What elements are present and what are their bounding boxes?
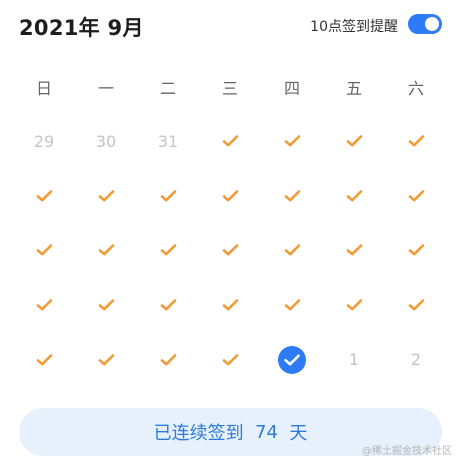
month-title: 2021年 9月 xyxy=(19,16,144,40)
check-icon xyxy=(284,244,300,256)
check-icon xyxy=(408,190,424,202)
check-icon xyxy=(346,299,362,311)
check-icon xyxy=(160,190,176,202)
day-cell-checked[interactable] xyxy=(261,278,323,333)
day-number: 2 xyxy=(410,350,422,370)
day-cell-checked[interactable] xyxy=(75,332,137,387)
weekday-label: 一 xyxy=(97,79,114,98)
check-icon xyxy=(160,244,176,256)
check-icon xyxy=(222,244,238,256)
day-cell[interactable]: 31 xyxy=(137,114,199,169)
check-icon xyxy=(222,135,238,147)
day-cell-checked[interactable] xyxy=(75,278,137,333)
day-cell-checked[interactable] xyxy=(385,114,447,169)
day-number: 29 xyxy=(33,131,55,151)
check-icon xyxy=(98,244,114,256)
day-cell-checked[interactable] xyxy=(385,169,447,224)
check-icon xyxy=(98,190,114,202)
streak-prefix: 已连续签到 xyxy=(153,423,244,444)
check-icon xyxy=(346,244,362,256)
calendar-header: 2021年 9月 10点签到提醒 xyxy=(0,0,460,50)
weekday-label: 三 xyxy=(221,79,238,98)
weekday-label: 日 xyxy=(35,79,52,98)
day-number: 30 xyxy=(95,131,117,151)
day-cell-checked[interactable] xyxy=(261,223,323,278)
day-cell-checked[interactable] xyxy=(323,114,385,169)
day-number: 31 xyxy=(157,131,179,151)
reminder-label: 10点签到提醒 xyxy=(310,19,398,35)
check-icon xyxy=(36,299,52,311)
day-cell-checked[interactable] xyxy=(199,332,261,387)
day-number: 1 xyxy=(348,350,360,370)
day-cell-checked[interactable] xyxy=(323,278,385,333)
day-cell-checked[interactable] xyxy=(199,278,261,333)
check-icon xyxy=(346,190,362,202)
day-cell-checked[interactable] xyxy=(13,332,75,387)
day-cell-checked[interactable] xyxy=(323,223,385,278)
day-cell-checked[interactable] xyxy=(199,169,261,224)
check-icon xyxy=(160,353,176,366)
day-cell-checked[interactable] xyxy=(137,223,199,278)
day-cell-checked[interactable] xyxy=(323,169,385,224)
streak-count: 74 xyxy=(255,421,278,443)
check-icon xyxy=(284,299,300,311)
day-cell-checked[interactable] xyxy=(75,169,137,224)
check-icon xyxy=(36,190,52,202)
check-icon xyxy=(408,244,424,256)
day-cell-checked[interactable] xyxy=(13,223,75,278)
check-icon xyxy=(346,135,362,147)
day-cell-checked[interactable] xyxy=(137,278,199,333)
streak-suffix: 天 xyxy=(289,423,308,444)
watermark: @稀土掘金技术社区 xyxy=(362,446,452,457)
day-cell-checked[interactable] xyxy=(13,278,75,333)
day-cell-checked[interactable] xyxy=(75,223,137,278)
check-icon xyxy=(284,354,300,366)
day-cell[interactable]: 30 xyxy=(75,114,137,169)
toggle-knob xyxy=(425,17,439,31)
weekday-label: 四 xyxy=(283,79,300,98)
today-check-badge xyxy=(278,345,306,374)
day-cell-checked[interactable] xyxy=(261,114,323,169)
check-icon xyxy=(284,135,300,147)
weekday-label: 五 xyxy=(345,79,362,98)
day-cell-checked[interactable] xyxy=(385,278,447,333)
calendar-grid: 日 一 二 三 四 五 六 29 30 31 1 2 xyxy=(13,60,447,387)
day-cell[interactable]: 29 xyxy=(13,114,75,169)
day-cell-checked[interactable] xyxy=(137,169,199,224)
check-icon xyxy=(222,353,238,366)
check-icon xyxy=(36,353,52,366)
day-cell-checked[interactable] xyxy=(13,169,75,224)
check-icon xyxy=(284,190,300,202)
day-cell[interactable]: 2 xyxy=(385,332,447,387)
weekday-label: 二 xyxy=(159,79,176,98)
check-icon xyxy=(408,299,424,311)
day-cell-today[interactable] xyxy=(261,332,323,387)
check-icon xyxy=(98,353,114,366)
day-cell-checked[interactable] xyxy=(385,223,447,278)
day-cell-checked[interactable] xyxy=(137,332,199,387)
day-cell-checked[interactable] xyxy=(199,114,261,169)
check-icon xyxy=(98,299,114,311)
check-icon xyxy=(160,299,176,311)
check-icon xyxy=(222,190,238,202)
day-cell-checked[interactable] xyxy=(199,223,261,278)
reminder-toggle[interactable] xyxy=(408,14,442,34)
check-icon xyxy=(36,244,52,256)
weekday-label: 六 xyxy=(407,79,424,98)
sign-in-calendar-page: 2021年 9月 10点签到提醒 日 一 二 三 四 五 六 29 30 31 1 2 已连续签到 7… xyxy=(0,0,460,460)
check-icon xyxy=(408,135,424,147)
day-cell[interactable]: 1 xyxy=(323,332,385,387)
day-cell-checked[interactable] xyxy=(261,169,323,224)
check-icon xyxy=(222,299,238,311)
